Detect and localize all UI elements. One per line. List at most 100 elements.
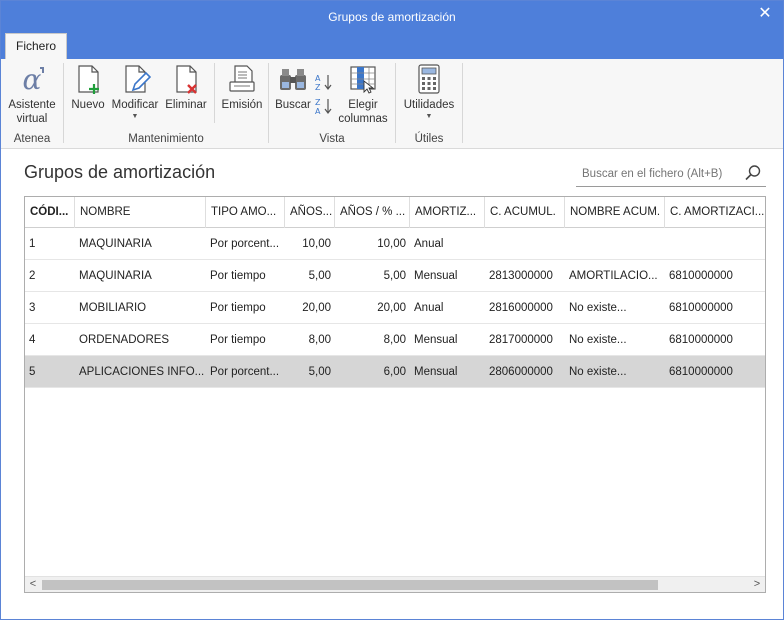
scroll-thumb[interactable] bbox=[42, 580, 658, 590]
search-input[interactable] bbox=[582, 165, 732, 183]
binoculars-icon bbox=[280, 69, 306, 90]
cell-cuenta-acumulada: 2806000000 bbox=[489, 366, 553, 378]
column-header-amortizacion[interactable]: AMORTIZ... bbox=[410, 197, 485, 228]
svg-text:α: α bbox=[23, 63, 42, 95]
table-row[interactable]: 4 ORDENADORES Por tiempo 8,00 8,00 Mensual 281… bbox=[25, 324, 765, 356]
asistente-label-1: Asistente bbox=[8, 99, 56, 111]
cell-amortizacion: Anual bbox=[414, 238, 444, 250]
tab-fichero[interactable]: Fichero bbox=[5, 33, 67, 59]
column-header-codigo[interactable]: CÓDI... bbox=[25, 197, 75, 228]
scroll-right-icon[interactable]: > bbox=[749, 577, 765, 592]
cell-amortizacion: Mensual bbox=[414, 334, 458, 346]
title-bar: Grupos de amortización ✕ bbox=[1, 1, 783, 32]
elegir-label-2: columnas bbox=[338, 113, 388, 125]
column-header-nombre[interactable]: NOMBRE bbox=[75, 197, 206, 228]
cell-nombre: MAQUINARIA bbox=[79, 270, 152, 282]
cell-tipo-amortizacion: Por porcent... bbox=[210, 238, 280, 250]
cell-anos: 10,00 bbox=[302, 238, 331, 250]
horizontal-scrollbar[interactable]: < > bbox=[25, 576, 765, 592]
cell-anos-porcentaje: 6,00 bbox=[383, 366, 406, 378]
eliminar-button[interactable]: Eliminar bbox=[162, 63, 210, 112]
buscar-label: Buscar bbox=[275, 99, 311, 111]
cell-nombre-acumulada bbox=[565, 228, 665, 260]
close-icon[interactable]: ✕ bbox=[755, 4, 775, 24]
modificar-label: Modificar bbox=[111, 99, 159, 111]
cell-nombre: ORDENADORES bbox=[79, 334, 170, 346]
cell-nombre-acumulada: No existe... bbox=[569, 366, 627, 378]
cell-cuenta-amortizacion: 6810000000 bbox=[669, 302, 733, 314]
app-window: Grupos de amortización ✕ Fichero α Asist… bbox=[0, 0, 784, 620]
chevron-down-icon: ▼ bbox=[425, 113, 433, 120]
chevron-down-icon: ▼ bbox=[131, 113, 139, 120]
edit-document-icon bbox=[125, 65, 151, 93]
cell-amortizacion: Mensual bbox=[414, 270, 458, 282]
nuevo-button[interactable]: Nuevo bbox=[68, 63, 108, 112]
group-utiles: Utilidades ▼ Útiles bbox=[396, 59, 462, 149]
column-header-nombre-acumulada[interactable]: NOMBRE ACUM. bbox=[565, 197, 665, 228]
cell-amortizacion: Mensual bbox=[414, 366, 458, 378]
sort-az-icon[interactable]: A Z bbox=[315, 73, 333, 91]
cell-tipo-amortizacion: Por porcent... bbox=[210, 366, 280, 378]
cell-nombre-acumulada: No existe... bbox=[569, 334, 627, 346]
cell-cuenta-acumulada bbox=[485, 228, 565, 260]
svg-text:A: A bbox=[315, 74, 321, 83]
cell-codigo: 1 bbox=[29, 238, 36, 250]
group-atenea: α Asistente virtual Atenea bbox=[1, 59, 63, 149]
utilidades-button[interactable]: Utilidades ▼ bbox=[399, 63, 459, 122]
scroll-left-icon[interactable]: < bbox=[25, 577, 41, 592]
group-separator bbox=[462, 63, 463, 143]
table-row[interactable]: 1 MAQUINARIA Por porcent... 10,00 10,00 Anual bbox=[25, 228, 765, 260]
cell-anos-porcentaje: 5,00 bbox=[383, 270, 406, 282]
cell-codigo: 2 bbox=[29, 270, 36, 282]
group-label-utiles: Útiles bbox=[414, 133, 444, 145]
cell-anos-porcentaje: 10,00 bbox=[377, 238, 406, 250]
utilidades-label: Utilidades bbox=[403, 99, 455, 111]
table-row[interactable]: 3 MOBILIARIO Por tiempo 20,00 20,00 Anual 2816… bbox=[25, 292, 765, 324]
cell-nombre: APLICACIONES INFO... bbox=[79, 366, 205, 378]
page-title: Grupos de amortización bbox=[24, 162, 216, 182]
column-header-anos-porcentaje[interactable]: AÑOS / % ... bbox=[335, 197, 410, 228]
cell-amortizacion: Anual bbox=[414, 302, 444, 314]
cell-cuenta-amortizacion bbox=[665, 228, 765, 260]
nuevo-label: Nuevo bbox=[71, 99, 105, 111]
cell-cuenta-acumulada: 2816000000 bbox=[489, 302, 553, 314]
eliminar-label: Eliminar bbox=[165, 99, 207, 111]
svg-text:Z: Z bbox=[315, 83, 321, 91]
group-vista: Buscar A Z Z A Elegir columnas Vista bbox=[269, 59, 395, 149]
cell-cuenta-acumulada: 2817000000 bbox=[489, 334, 553, 346]
grid-header: CÓDI... NOMBRE TIPO AMO... AÑOS... AÑOS / % … bbox=[25, 197, 765, 228]
calculator-icon bbox=[418, 64, 440, 94]
ribbon-tab-strip: Fichero bbox=[1, 32, 783, 59]
elegir-label-1: Elegir bbox=[348, 99, 378, 111]
modificar-button[interactable]: Modificar ▼ bbox=[108, 63, 162, 122]
table-row[interactable]: 5 APLICACIONES INFO... Por porcent... 5,00 6… bbox=[25, 356, 765, 388]
group-emision: Emisión bbox=[215, 59, 268, 149]
cell-anos: 5,00 bbox=[308, 270, 331, 282]
choose-columns-icon bbox=[350, 66, 376, 94]
cell-anos-porcentaje: 20,00 bbox=[377, 302, 406, 314]
asistente-label-2: virtual bbox=[16, 113, 48, 125]
sort-za-icon[interactable]: Z A bbox=[315, 97, 333, 115]
column-header-cuenta-acumulada[interactable]: C. ACUMUL. bbox=[485, 197, 565, 228]
buscar-button[interactable]: Buscar bbox=[273, 63, 313, 112]
cell-nombre: MOBILIARIO bbox=[79, 302, 147, 314]
column-header-anos[interactable]: AÑOS... bbox=[285, 197, 335, 228]
cell-codigo: 3 bbox=[29, 302, 36, 314]
column-header-tipo-amortizacion[interactable]: TIPO AMO... bbox=[206, 197, 285, 228]
cell-cuenta-amortizacion: 6810000000 bbox=[669, 366, 733, 378]
cell-nombre: MAQUINARIA bbox=[79, 238, 152, 250]
cell-anos: 20,00 bbox=[302, 302, 331, 314]
new-document-icon bbox=[78, 65, 99, 94]
cell-nombre-acumulada: No existe... bbox=[569, 302, 627, 314]
elegir-columnas-button[interactable]: Elegir columnas bbox=[335, 63, 391, 126]
column-header-cuenta-amortizacion[interactable]: C. AMORTIZACI... bbox=[665, 197, 765, 228]
group-label-vista: Vista bbox=[319, 133, 345, 145]
group-label-atenea: Atenea bbox=[13, 133, 51, 145]
print-document-icon bbox=[229, 65, 255, 92]
cell-tipo-amortizacion: Por tiempo bbox=[210, 302, 266, 314]
search-icon[interactable] bbox=[744, 164, 762, 182]
asistente-virtual-button[interactable]: α Asistente virtual bbox=[5, 63, 59, 126]
emision-button[interactable]: Emisión bbox=[218, 63, 266, 112]
cell-codigo: 4 bbox=[29, 334, 36, 346]
table-row[interactable]: 2 MAQUINARIA Por tiempo 5,00 5,00 Mensual 2813… bbox=[25, 260, 765, 292]
